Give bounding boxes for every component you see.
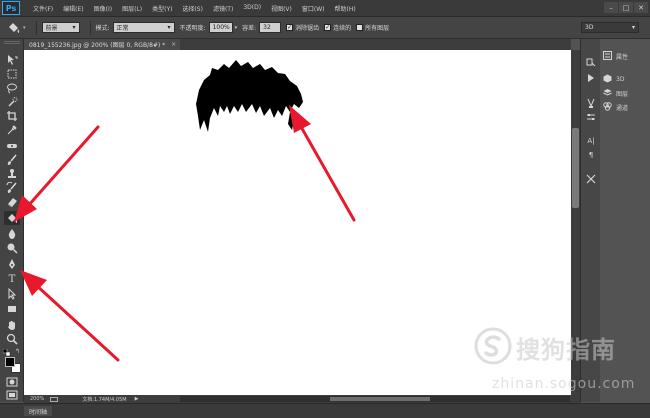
swatches-panel-icon[interactable] [585, 97, 597, 109]
panel-properties-label: 属性 [616, 54, 629, 61]
3d-icon [603, 74, 613, 85]
panel-3d[interactable]: 3D [603, 73, 649, 86]
timeline-label: 时间轴 [29, 408, 48, 416]
vertical-scroll-thumb[interactable] [572, 128, 579, 208]
history-panel-icon[interactable] [585, 57, 597, 69]
timeline-tab[interactable]: 时间轴 [24, 406, 53, 416]
panel-3d-label: 3D [616, 76, 625, 83]
watermark-url: zhinan.sogou.com [492, 376, 636, 392]
paragraph-panel-icon[interactable]: ¶ [585, 149, 597, 161]
zoom-level[interactable]: 200% [30, 396, 44, 402]
arrow-to-hair [289, 105, 356, 222]
panel-layers-label: 图层 [616, 91, 629, 98]
character-panel-icon[interactable]: A| [585, 135, 597, 147]
watermark-text: 搜狗指南 [516, 336, 616, 364]
panel-layers[interactable]: 图层 [603, 87, 649, 100]
arrow-to-pen-tool [20, 270, 120, 362]
tool-presets-panel-icon[interactable] [585, 173, 597, 185]
document-info: 文档:1.74M/4.05M [82, 396, 127, 403]
status-icon[interactable] [50, 396, 59, 402]
panel-channels[interactable]: 通道 [603, 101, 649, 114]
horizontal-scroll-thumb[interactable] [330, 397, 430, 401]
properties-icon [603, 51, 613, 62]
channels-icon [603, 102, 613, 113]
layers-icon [603, 88, 613, 99]
arrow-to-paint-bucket [14, 125, 100, 222]
sogou-watermark-logo [474, 327, 512, 365]
panel-properties[interactable]: 属性 [603, 50, 649, 63]
adjustments-panel-icon[interactable] [585, 111, 597, 123]
timeline-bar: 时间轴 [0, 403, 650, 418]
actions-panel-icon[interactable] [585, 72, 597, 84]
panel-channels-label: 通道 [616, 105, 629, 112]
status-menu-arrow-icon[interactable]: ▶ [135, 396, 139, 402]
